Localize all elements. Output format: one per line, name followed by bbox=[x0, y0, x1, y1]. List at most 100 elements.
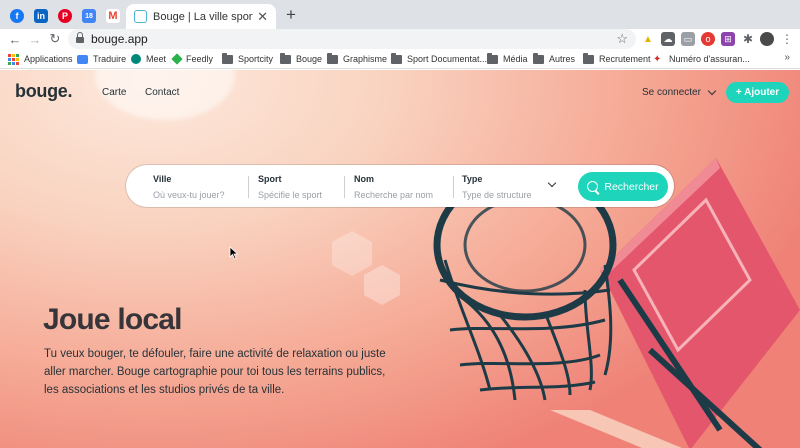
city-label: Ville bbox=[153, 174, 172, 184]
bookmark-label: Sport Documentat... bbox=[407, 54, 488, 64]
lock-icon bbox=[76, 31, 84, 44]
brand-logo[interactable]: bouge. bbox=[15, 81, 73, 102]
pinned-tab-calendar[interactable]: 18 bbox=[77, 5, 101, 27]
url-text[interactable]: bouge.app bbox=[91, 32, 616, 46]
name-label: Nom bbox=[354, 174, 374, 184]
bookmark-label: Traduire bbox=[93, 54, 127, 64]
new-tab-button[interactable]: + bbox=[281, 5, 301, 25]
maple-leaf-icon: ✦ bbox=[653, 53, 662, 65]
calendar-icon: 18 bbox=[82, 9, 96, 23]
meet-icon bbox=[131, 54, 141, 64]
pinned-tab-pinterest[interactable]: P bbox=[53, 5, 77, 27]
type-field[interactable]: Type bbox=[462, 174, 547, 201]
bookmark-label: Applications bbox=[24, 54, 73, 64]
bookmarks-bar: Applications Traduire Meet Feedly Sportc… bbox=[0, 49, 800, 69]
bookmark-recrutement[interactable]: Recrutement bbox=[583, 52, 651, 66]
folder-icon bbox=[487, 52, 498, 64]
city-input[interactable] bbox=[153, 189, 248, 201]
bookmark-star-icon[interactable]: ☆ bbox=[616, 31, 628, 47]
browser-toolbar: ← → ↻ bouge.app ☆ ▲ ☁ ▭ o ⊞ ✱ ⋮ bbox=[0, 29, 800, 49]
bookmark-label: Sportcity bbox=[238, 54, 274, 64]
bookmark-graphisme[interactable]: Graphisme bbox=[327, 52, 387, 66]
type-label: Type bbox=[462, 174, 483, 184]
bookmark-applications[interactable]: Applications bbox=[8, 52, 73, 66]
extension-warning-icon[interactable]: ▲ bbox=[641, 32, 655, 46]
bookmark-label: Bouge bbox=[296, 54, 323, 64]
chevron-down-icon bbox=[707, 86, 717, 96]
nav-contact-link[interactable]: Contact bbox=[145, 87, 179, 98]
gmail-icon: M bbox=[106, 9, 120, 23]
folder-icon bbox=[583, 52, 594, 64]
field-divider bbox=[344, 176, 345, 198]
bookmark-autres[interactable]: Autres bbox=[533, 52, 575, 66]
name-input[interactable] bbox=[354, 189, 449, 201]
net-inner-loop bbox=[463, 197, 587, 293]
tab-title: Bouge | La ville sportive 2.0 bbox=[153, 10, 253, 23]
extension-cloud-icon[interactable]: ☁ bbox=[661, 32, 675, 46]
bookmark-meet[interactable]: Meet bbox=[131, 52, 166, 66]
city-field: Ville bbox=[153, 174, 248, 201]
bookmark-feedly[interactable]: Feedly bbox=[171, 52, 214, 66]
browser-menu-icon[interactable]: ⋮ bbox=[780, 32, 794, 46]
feedly-icon bbox=[171, 53, 183, 65]
apps-grid-icon bbox=[8, 53, 19, 65]
name-field: Nom bbox=[354, 174, 449, 201]
hoop-pole-base bbox=[550, 410, 682, 448]
search-button-label: Rechercher bbox=[604, 180, 659, 193]
login-dropdown[interactable]: Se connecter bbox=[642, 86, 717, 98]
extension-note-icon[interactable]: ▭ bbox=[681, 32, 695, 46]
type-select[interactable] bbox=[462, 189, 547, 201]
active-tab[interactable]: Bouge | La ville sportive 2.0 ✕ bbox=[126, 4, 276, 29]
hero-description: Tu veux bouger, te défouler, faire une a… bbox=[44, 348, 386, 396]
translate-icon bbox=[77, 54, 88, 64]
hoop-net bbox=[439, 259, 613, 401]
extension-opera-icon[interactable]: o bbox=[701, 32, 715, 46]
profile-avatar[interactable] bbox=[760, 32, 774, 46]
pinned-tab-linkedin[interactable]: in bbox=[29, 5, 53, 27]
login-label: Se connecter bbox=[642, 87, 701, 98]
field-divider bbox=[248, 176, 249, 198]
bouge-favicon-icon bbox=[134, 10, 147, 23]
bookmark-label: Média bbox=[503, 54, 528, 64]
pinned-tab-facebook[interactable]: f bbox=[5, 5, 29, 27]
bookmark-label: Autres bbox=[549, 54, 576, 64]
reload-icon[interactable]: ↻ bbox=[46, 30, 64, 48]
folder-icon bbox=[222, 52, 233, 64]
bookmark-numero-assurance[interactable]: ✦ Numéro d'assuran... bbox=[653, 52, 750, 66]
bookmark-bouge[interactable]: Bouge bbox=[280, 52, 322, 66]
back-icon[interactable]: ← bbox=[6, 30, 24, 48]
sport-input[interactable] bbox=[258, 189, 343, 201]
mouse-cursor-icon bbox=[229, 246, 239, 260]
address-bar[interactable]: bouge.app ☆ bbox=[68, 29, 636, 49]
chevron-down-icon[interactable] bbox=[547, 178, 557, 188]
folder-icon bbox=[391, 52, 402, 64]
folder-icon bbox=[533, 52, 544, 64]
add-button[interactable]: + Ajouter bbox=[726, 82, 789, 103]
bookmark-traduire[interactable]: Traduire bbox=[77, 52, 126, 66]
bookmarks-overflow-button[interactable]: » bbox=[784, 52, 790, 63]
extensions-puzzle-icon[interactable]: ✱ bbox=[741, 32, 755, 46]
hero-title: Joue local bbox=[43, 303, 183, 336]
search-icon bbox=[587, 181, 599, 192]
extension-purple-icon[interactable]: ⊞ bbox=[721, 32, 735, 46]
browser-tab-strip: f in P 18 M Bouge | La ville sportive 2.… bbox=[0, 0, 800, 29]
bookmark-label: Numéro d'assuran... bbox=[669, 54, 750, 64]
bookmark-sport-documentation[interactable]: Sport Documentat... bbox=[391, 52, 487, 66]
pinned-tab-gmail[interactable]: M bbox=[101, 5, 125, 27]
forward-icon[interactable]: → bbox=[26, 30, 44, 48]
hexagon-decoration bbox=[332, 231, 400, 305]
search-button[interactable]: Rechercher bbox=[578, 172, 668, 201]
folder-icon bbox=[280, 52, 291, 64]
nav-map-link[interactable]: Carte bbox=[102, 87, 126, 98]
close-tab-icon[interactable]: ✕ bbox=[257, 9, 268, 25]
folder-icon bbox=[327, 52, 338, 64]
bookmark-label: Feedly bbox=[186, 54, 214, 64]
pinterest-icon: P bbox=[58, 9, 72, 23]
sport-field: Sport bbox=[258, 174, 343, 201]
sport-label: Sport bbox=[258, 174, 282, 184]
bookmark-sportcity[interactable]: Sportcity bbox=[222, 52, 273, 66]
facebook-icon: f bbox=[10, 9, 24, 23]
field-divider bbox=[453, 176, 454, 198]
bookmark-label: Recrutement bbox=[599, 54, 651, 64]
bookmark-media[interactable]: Média bbox=[487, 52, 528, 66]
